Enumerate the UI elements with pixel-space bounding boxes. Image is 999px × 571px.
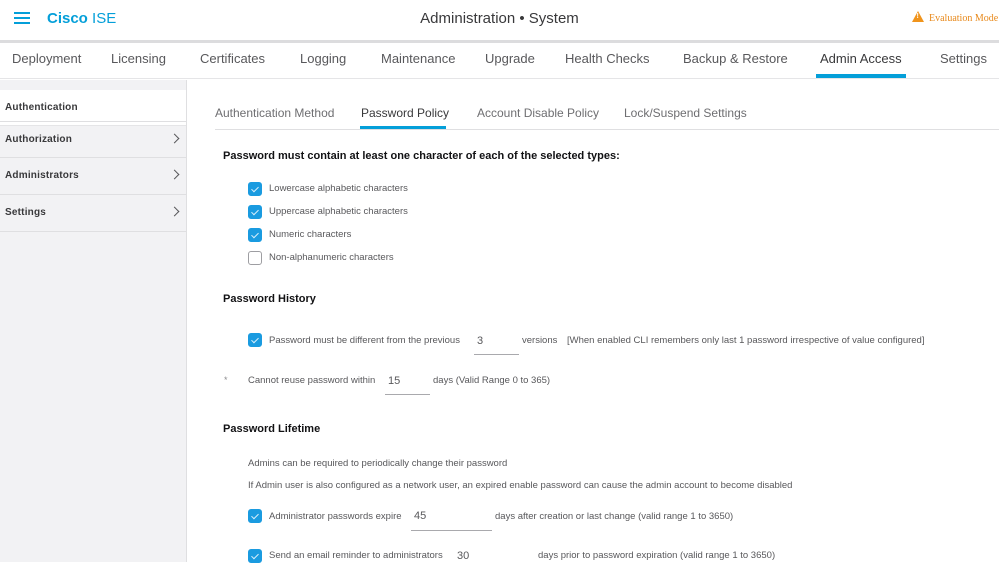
reuse-days-range-label: days (Valid Range 0 to 365)	[433, 375, 551, 386]
cli-note: [When enabled CLI remembers only last 1 …	[567, 335, 925, 346]
tab-licensing[interactable]: Licensing	[111, 51, 166, 66]
tab-settings[interactable]: Settings	[940, 51, 987, 66]
passwords-expire-checkbox[interactable]	[248, 509, 262, 523]
top-nav: Deployment Licensing Certificates Loggin…	[0, 43, 999, 79]
reminder-days-input[interactable]: 30	[454, 546, 534, 571]
previous-versions-input[interactable]: 3	[474, 331, 519, 355]
subtab-authentication-method[interactable]: Authentication Method	[215, 106, 334, 120]
subtab-lock-suspend-settings[interactable]: Lock/Suspend Settings	[624, 106, 747, 120]
non-alphanumeric-checkbox[interactable]	[248, 251, 262, 265]
required-asterisk: *	[224, 375, 228, 385]
non-alphanumeric-label: Non-alphanumeric characters	[269, 252, 394, 263]
numeric-checkbox[interactable]	[248, 228, 262, 242]
numeric-label: Numeric characters	[269, 229, 352, 240]
tab-health-checks[interactable]: Health Checks	[565, 51, 650, 66]
hamburger-menu-icon[interactable]	[14, 12, 30, 25]
expire-days-input[interactable]: 45	[411, 506, 492, 531]
app-header: Cisco ISE Administration • System Evalua…	[0, 0, 999, 40]
passwords-expire-label: Administrator passwords expire	[269, 511, 402, 522]
tab-certificates[interactable]: Certificates	[200, 51, 265, 66]
email-reminder-checkbox[interactable]	[248, 549, 262, 563]
sub-tabs: Authentication Method Password Policy Ac…	[215, 100, 999, 130]
warning-triangle-icon	[912, 11, 924, 22]
uppercase-label: Uppercase alphabetic characters	[269, 206, 408, 217]
evaluation-mode-notice[interactable]: Evaluation Mode 7	[912, 11, 999, 24]
brand-name-bold: Cisco	[47, 10, 88, 27]
tab-deployment[interactable]: Deployment	[12, 51, 81, 66]
reuse-within-label: Cannot reuse password within	[248, 375, 376, 386]
reminder-days-range-label: days prior to password expiration (valid…	[538, 550, 776, 561]
brand-name-product: ISE	[87, 10, 117, 27]
expire-days-range-label: days after creation or last change (vali…	[495, 511, 734, 522]
active-subtab-indicator	[360, 126, 446, 129]
sidebar-item-administrators[interactable]: Administrators	[0, 158, 186, 195]
sidebar-item-label: Settings	[5, 207, 47, 218]
reuse-days-input[interactable]: 15	[385, 371, 430, 395]
page-title-wrap: Administration • System	[0, 10, 999, 27]
tab-maintenance[interactable]: Maintenance	[381, 51, 455, 66]
password-lifetime-heading: Password Lifetime	[223, 423, 321, 435]
character-types-heading: Password must contain at least one chara…	[223, 150, 620, 162]
sidebar-item-settings[interactable]: Settings	[0, 195, 186, 232]
versions-label: versions	[522, 335, 558, 346]
active-tab-indicator	[816, 74, 906, 78]
sidebar-item-label: Authorization	[5, 134, 73, 145]
evaluation-mode-text: Evaluation Mode 7	[929, 13, 999, 24]
tab-logging[interactable]: Logging	[300, 51, 346, 66]
chevron-right-icon	[169, 133, 180, 144]
tab-backup-restore[interactable]: Backup & Restore	[683, 51, 788, 66]
lowercase-checkbox[interactable]	[248, 182, 262, 196]
different-from-previous-checkbox[interactable]	[248, 333, 262, 347]
subtab-password-policy[interactable]: Password Policy	[361, 106, 449, 120]
tab-admin-access[interactable]: Admin Access	[820, 51, 902, 66]
subtab-account-disable-policy[interactable]: Account Disable Policy	[477, 106, 599, 120]
different-from-previous-label: Password must be different from the prev…	[269, 335, 460, 346]
brand-logo[interactable]: Cisco ISE	[47, 10, 116, 27]
sidebar: Authentication Authorization Administrat…	[0, 80, 187, 562]
chevron-right-icon	[169, 206, 180, 217]
lifetime-info: Admins can be required to periodically c…	[248, 458, 508, 469]
tab-upgrade[interactable]: Upgrade	[485, 51, 535, 66]
sidebar-item-label: Administrators	[5, 170, 79, 181]
password-history-heading: Password History	[223, 293, 316, 305]
lowercase-label: Lowercase alphabetic characters	[269, 183, 408, 194]
lifetime-warning-info: If Admin user is also configured as a ne…	[248, 480, 793, 491]
uppercase-checkbox[interactable]	[248, 205, 262, 219]
page-title: Administration • System	[420, 10, 579, 27]
chevron-right-icon	[169, 169, 180, 180]
sidebar-item-authorization[interactable]: Authorization	[0, 121, 186, 158]
email-reminder-label: Send an email reminder to administrators	[269, 550, 443, 561]
